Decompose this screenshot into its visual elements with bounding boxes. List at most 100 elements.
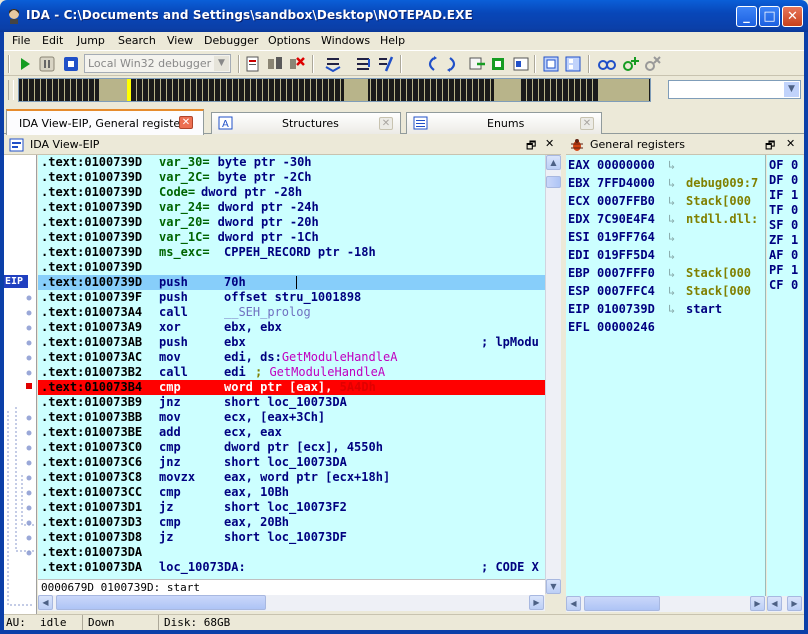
jump-to-address-icon[interactable]: ↳ xyxy=(668,230,675,245)
disasm-line[interactable]: .text:010073A9 xor ebx, ebx xyxy=(41,320,282,335)
scroll-right-button[interactable]: ▶ xyxy=(529,595,544,610)
register-row[interactable]: EDI 019FF5D4 ↳ xyxy=(568,248,675,263)
register-row[interactable]: EIP 0100739D ↳ start xyxy=(568,302,722,317)
continue-icon[interactable] xyxy=(490,55,508,73)
disasm-line[interactable]: .text:010073D3 cmp eax, 20Bh xyxy=(41,515,289,530)
navigation-band[interactable] xyxy=(18,78,651,102)
menu-jump[interactable]: Jump xyxy=(77,34,105,47)
disasm-line[interactable]: .text:0100739D push 70h xyxy=(41,275,246,290)
disasm-line[interactable]: .text:010073BE add ecx, eax xyxy=(41,425,282,440)
title-bar[interactable]: IDA - C:\Documents and Settings\sandbox\… xyxy=(0,0,808,32)
pause-icon[interactable] xyxy=(38,55,56,73)
register-value[interactable]: 00000246 xyxy=(597,320,655,335)
navband-select[interactable]: ▼ xyxy=(668,80,801,99)
jump-to-address-icon[interactable]: ↳ xyxy=(668,212,675,227)
register-value[interactable]: 019FF5D4 xyxy=(597,248,655,263)
register-value[interactable]: 7FFD4000 xyxy=(597,176,655,191)
register-value[interactable]: 00000000 xyxy=(597,158,655,173)
register-row[interactable]: ECX 0007FFB0 ↳ Stack[000 xyxy=(568,194,751,209)
run-to-cursor-icon[interactable] xyxy=(468,55,486,73)
scroll-right-button[interactable]: ▶ xyxy=(750,596,765,611)
trace-call-icon[interactable] xyxy=(422,55,440,73)
stop-icon[interactable] xyxy=(62,55,80,73)
disasm-line[interactable]: .text:0100739D ms_exc= CPPEH_RECORD ptr -1… xyxy=(41,245,376,260)
disasm-line[interactable]: .text:0100739D var_2C= byte ptr -2Ch xyxy=(41,170,312,185)
add-trace-icon[interactable] xyxy=(622,55,640,73)
disasm-line[interactable]: .text:010073B4 cmp word ptr [eax], 5A4Dh xyxy=(41,380,376,395)
maximize-button[interactable]: □ xyxy=(759,6,780,27)
flag-value[interactable]: 1 xyxy=(791,263,798,278)
disasm-line[interactable]: .text:010073DA xyxy=(41,545,142,560)
disasm-line[interactable]: .text:010073DA loc_10073DA: ; CODE X xyxy=(41,560,539,575)
flag-value[interactable]: 0 xyxy=(791,203,798,218)
register-row[interactable]: EFL 00000246 xyxy=(568,320,655,335)
close-icon[interactable]: ✕ xyxy=(379,117,393,130)
debugger-select[interactable]: Local Win32 debugger ▼ xyxy=(84,54,231,73)
jump-to-address-icon[interactable]: ↳ xyxy=(668,248,675,263)
close-pane-icon[interactable]: ✕ xyxy=(545,137,554,150)
close-button[interactable]: ✕ xyxy=(782,6,803,27)
trace-return-icon[interactable] xyxy=(444,55,462,73)
register-value[interactable]: 7C90E4F4 xyxy=(597,212,655,227)
disasm-line[interactable]: .text:0100739D Code= dword ptr -28h xyxy=(41,185,302,200)
menu-view[interactable]: View xyxy=(167,34,193,47)
disassembly-listing[interactable]: .text:0100739D var_30= byte ptr -30h .text:… xyxy=(38,155,545,579)
jump-to-address-icon[interactable]: ↳ xyxy=(668,176,675,191)
flag-row[interactable]: AF 0 xyxy=(769,248,798,263)
flag-value[interactable]: 0 xyxy=(791,173,798,188)
jump-to-address-icon[interactable]: ↳ xyxy=(668,194,675,209)
step-over-icon[interactable] xyxy=(354,55,372,73)
disasm-line[interactable]: .text:0100739F push offset stru_1001898 xyxy=(41,290,361,305)
flag-value[interactable]: 1 xyxy=(791,188,798,203)
chevron-down-icon[interactable]: ▼ xyxy=(784,82,799,97)
disasm-line[interactable]: .text:010073AB push ebx ; lpModu xyxy=(41,335,539,350)
disasm-line[interactable]: .text:010073AC mov edi, ds: GetModuleHandle… xyxy=(41,350,397,365)
flag-value[interactable]: 0 xyxy=(791,278,798,293)
tab-enums[interactable]: Enums ✕ xyxy=(406,112,602,134)
scroll-thumb[interactable] xyxy=(584,596,660,611)
tab-structures[interactable]: A Structures ✕ xyxy=(211,112,401,134)
flag-row[interactable]: SF 0 xyxy=(769,218,798,233)
disasm-line[interactable]: .text:010073BB mov ecx, [eax+3Ch] xyxy=(41,410,325,425)
flag-row[interactable]: IF 1 xyxy=(769,188,798,203)
flag-value[interactable]: 0 xyxy=(791,158,798,173)
run-until-return-icon[interactable] xyxy=(376,55,394,73)
trace-window-icon[interactable] xyxy=(598,55,616,73)
register-value[interactable]: 0007FFF0 xyxy=(597,266,655,281)
flag-value[interactable]: 1 xyxy=(791,233,798,248)
register-value[interactable]: 0007FFC4 xyxy=(597,284,655,299)
registers-horizontal-scrollbar[interactable]: ◀ ▶ xyxy=(566,596,766,612)
flags-horizontal-scrollbar[interactable]: ◀ ▶ xyxy=(767,596,803,612)
detach-process-icon[interactable] xyxy=(288,55,306,73)
flag-row[interactable]: PF 1 xyxy=(769,263,798,278)
close-pane-icon[interactable]: ✕ xyxy=(786,137,795,150)
jump-to-address-icon[interactable]: ↳ xyxy=(668,302,675,317)
flag-row[interactable]: CF 0 xyxy=(769,278,798,293)
breakpoint-list-icon[interactable] xyxy=(542,55,560,73)
jump-to-address-icon[interactable]: ↳ xyxy=(668,158,675,173)
tab-ida-view-eip[interactable]: IDA View-EIP, General registers ✕ xyxy=(6,109,204,135)
listing-horizontal-scrollbar[interactable]: ◀ ▶ xyxy=(38,595,545,611)
run-icon[interactable] xyxy=(16,55,34,73)
close-icon[interactable]: ✕ xyxy=(179,116,193,129)
disasm-line[interactable]: .text:010073B9 jnz short loc_10073DA xyxy=(41,395,347,410)
disasm-line[interactable]: .text:010073D1 jz short loc_10073F2 xyxy=(41,500,347,515)
scroll-down-button[interactable]: ▼ xyxy=(546,579,561,594)
disasm-line[interactable]: .text:010073A4 call __SEH_prolog xyxy=(41,305,311,320)
register-row[interactable]: EBX 7FFD4000 ↳ debug009:7 xyxy=(568,176,758,191)
flags-list[interactable]: OF 0 DF 0 IF 1 TF 0 SF 0 ZF 1 AF 0 PF 1 CF 0 xyxy=(767,155,803,596)
register-row[interactable]: ESI 019FF764 ↳ xyxy=(568,230,675,245)
disasm-line[interactable]: .text:010073C6 jnz short loc_10073DA xyxy=(41,455,347,470)
listing-vertical-scrollbar[interactable]: ▲ ▼ xyxy=(545,155,561,594)
scroll-left-button[interactable]: ◀ xyxy=(767,596,782,611)
register-value[interactable]: 019FF764 xyxy=(597,230,655,245)
disasm-line[interactable]: .text:010073D8 jz short loc_10073DF xyxy=(41,530,347,545)
disasm-line[interactable]: .text:0100739D var_20= dword ptr -20h xyxy=(41,215,319,230)
menu-search[interactable]: Search xyxy=(118,34,156,47)
disasm-line[interactable]: .text:010073B2 call edi; GetModuleHandleA xyxy=(41,365,385,380)
flag-value[interactable]: 0 xyxy=(791,218,798,233)
menu-windows[interactable]: Windows xyxy=(321,34,370,47)
ida-app-icon[interactable] xyxy=(6,8,22,24)
disasm-line[interactable]: .text:0100739D xyxy=(41,260,142,275)
register-row[interactable]: EBP 0007FFF0 ↳ Stack[000 xyxy=(568,266,751,281)
